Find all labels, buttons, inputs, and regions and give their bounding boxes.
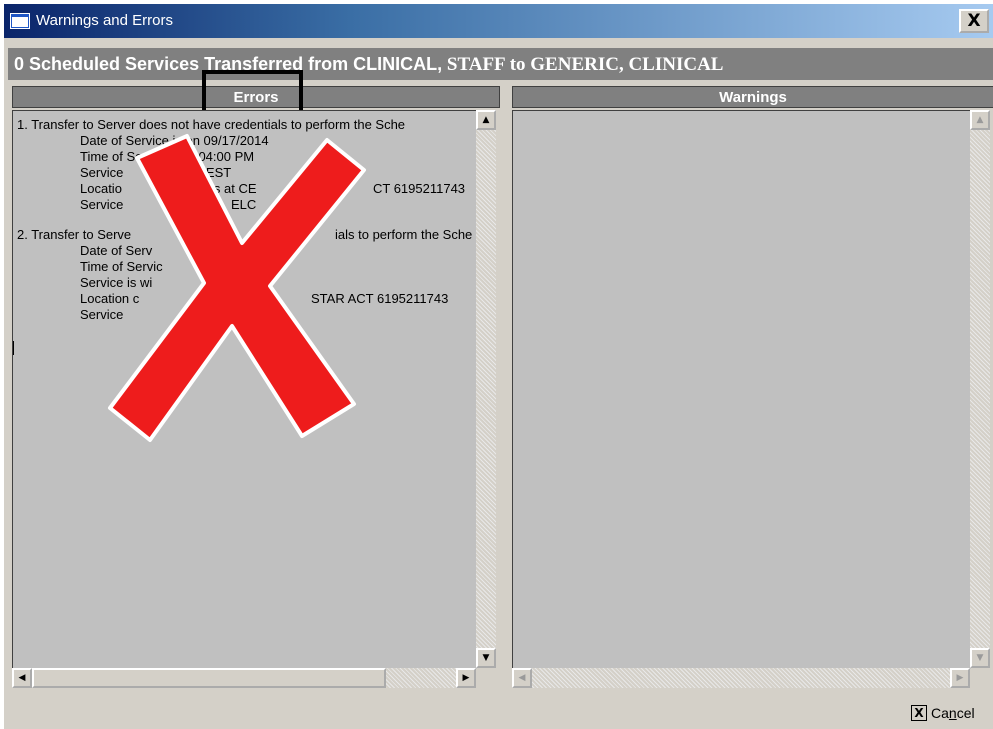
error-line: Location c [80, 291, 140, 306]
error-line: Locatio [80, 181, 122, 196]
warnings-horizontal-scrollbar[interactable]: ◀ ▶ [512, 668, 970, 688]
headline-part2: STAFF to GENERIC, CLINICAL [442, 54, 724, 75]
error-line: ials to perform the Sche [335, 227, 473, 242]
warnings-header: Warnings [512, 86, 993, 108]
cancel-button[interactable]: X Cancel [907, 701, 987, 725]
error-line: CT 6195211743 [373, 181, 466, 196]
scroll-left-arrow-icon[interactable]: ◀ [12, 668, 32, 688]
text-caret [13, 341, 14, 355]
title-bar[interactable]: Warnings and Errors X [4, 4, 993, 38]
summary-headline: 0 Scheduled Services Transferred from CL… [8, 48, 993, 80]
error-line: , TEST [191, 165, 232, 180]
window-icon [10, 13, 30, 29]
warnings-vertical-scrollbar[interactable]: ▲ ▼ [970, 110, 990, 668]
cancel-x-icon: X [911, 705, 927, 721]
close-button[interactable]: X [959, 9, 989, 33]
window-title: Warnings and Errors [36, 12, 173, 29]
error-line: is at 04:00 PM [171, 149, 255, 164]
errors-list[interactable]: 1. Transfer to Server does not have cred… [12, 110, 477, 669]
error-line: Time of Servic [80, 259, 163, 274]
error-line: Date of Service is on 09/17/2014 [80, 133, 269, 148]
error-line: 4 [271, 243, 279, 258]
error-line: Time of Ser [80, 149, 147, 164]
cancel-label: Cancel [931, 705, 975, 721]
scroll-up-arrow-icon[interactable]: ▲ [970, 110, 990, 130]
horizontal-scroll-thumb[interactable] [32, 668, 386, 688]
scroll-down-arrow-icon[interactable]: ▼ [970, 648, 990, 668]
errors-header-highlight [202, 70, 303, 114]
scroll-left-arrow-icon[interactable]: ◀ [512, 668, 532, 688]
warnings-list[interactable] [512, 110, 971, 669]
error-line: is at CE [211, 181, 257, 196]
error-line: Service [80, 307, 124, 322]
error-line: ELC [231, 197, 257, 212]
error-line: 1. Transfer to Server does not have cred… [17, 117, 406, 132]
scroll-up-arrow-icon[interactable]: ▲ [476, 110, 496, 130]
errors-vertical-scrollbar[interactable]: ▲ ▼ [476, 110, 496, 668]
errors-horizontal-scrollbar[interactable]: ◀ ▶ [12, 668, 476, 688]
error-line: 2. Transfer to Serve [17, 227, 132, 242]
error-line: Service [80, 197, 124, 212]
scroll-right-arrow-icon[interactable]: ▶ [950, 668, 970, 688]
scroll-right-arrow-icon[interactable]: ▶ [456, 668, 476, 688]
error-line: Service [80, 165, 124, 180]
warnings-errors-dialog: Warnings and Errors X 0 Scheduled Servic… [4, 4, 993, 729]
error-line: Date of Serv [80, 243, 153, 258]
error-line: STAR ACT 6195211743 [311, 291, 449, 306]
error-line: Service is wi [80, 275, 153, 290]
scroll-down-arrow-icon[interactable]: ▼ [476, 648, 496, 668]
